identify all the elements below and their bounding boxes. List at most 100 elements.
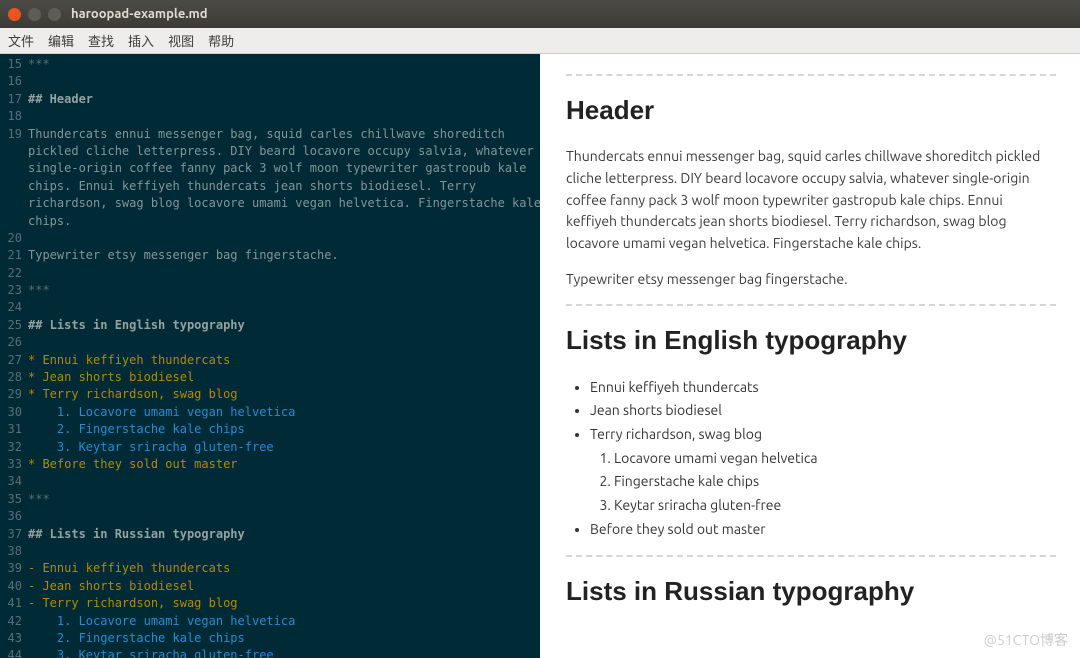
line-number: 41: [0, 595, 28, 612]
list-item: Terry richardson, swag blog Locavore uma…: [590, 424, 1056, 517]
code-text: [28, 108, 540, 125]
code-text: * Before they sold out master: [28, 456, 540, 473]
editor-line[interactable]: 37## Lists in Russian typography: [0, 526, 540, 543]
editor-line[interactable]: 33* Before they sold out master: [0, 456, 540, 473]
editor-line[interactable]: 38: [0, 543, 540, 560]
heading-lists-ru: Lists in Russian typography: [566, 571, 1056, 611]
list-item: Keytar sriracha gluten-free: [614, 495, 1056, 517]
code-text: 2. Fingerstache kale chips: [28, 421, 540, 438]
list-item: Before they sold out master: [590, 519, 1056, 541]
menu-file[interactable]: 文件: [8, 31, 34, 50]
editor-line[interactable]: 36: [0, 508, 540, 525]
close-icon[interactable]: [8, 8, 21, 21]
code-text: [28, 334, 540, 351]
line-number: 25: [0, 317, 28, 334]
list-item: Locavore umami vegan helvetica: [614, 448, 1056, 470]
editor-line[interactable]: 23***: [0, 282, 540, 299]
minimize-icon[interactable]: [28, 8, 41, 21]
line-number: [0, 160, 28, 177]
code-text: [28, 230, 540, 247]
window-title: haroopad-example.md: [71, 7, 208, 21]
window-titlebar: haroopad-example.md: [0, 0, 1080, 28]
editor-line[interactable]: 24: [0, 299, 540, 316]
editor-line[interactable]: chips. Ennui keffiyeh thundercats jean s…: [0, 178, 540, 195]
editor-line[interactable]: 44 3. Keytar sriracha gluten-free: [0, 647, 540, 658]
code-text: ## Header: [28, 91, 540, 108]
code-text: [28, 265, 540, 282]
editor-line[interactable]: 42 1. Locavore umami vegan helvetica: [0, 613, 540, 630]
editor-line[interactable]: 26: [0, 334, 540, 351]
window-buttons: [8, 8, 61, 21]
menu-find[interactable]: 查找: [88, 31, 114, 50]
line-number: [0, 195, 28, 212]
paragraph: Thundercats ennui messenger bag, squid c…: [566, 146, 1056, 254]
code-text: ## Lists in Russian typography: [28, 526, 540, 543]
editor-line[interactable]: 17## Header: [0, 91, 540, 108]
code-text: [28, 543, 540, 560]
editor-line[interactable]: 20: [0, 230, 540, 247]
line-number: 31: [0, 421, 28, 438]
line-number: 24: [0, 299, 28, 316]
list-item: Jean shorts biodiesel: [590, 400, 1056, 422]
editor-line[interactable]: 25## Lists in English typography: [0, 317, 540, 334]
editor-line[interactable]: 28* Jean shorts biodiesel: [0, 369, 540, 386]
editor-line[interactable]: 21Typewriter etsy messenger bag fingerst…: [0, 247, 540, 264]
editor-line[interactable]: 15***: [0, 56, 540, 73]
editor-line[interactable]: 31 2. Fingerstache kale chips: [0, 421, 540, 438]
line-number: 32: [0, 439, 28, 456]
editor-line[interactable]: pickled cliche letterpress. DIY beard lo…: [0, 143, 540, 160]
line-number: 44: [0, 647, 28, 658]
code-text: ***: [28, 56, 540, 73]
line-number: 34: [0, 473, 28, 490]
list-item: Fingerstache kale chips: [614, 471, 1056, 493]
line-number: 38: [0, 543, 28, 560]
heading-lists-en: Lists in English typography: [566, 320, 1056, 360]
menu-help[interactable]: 帮助: [208, 31, 234, 50]
editor-line[interactable]: chips.: [0, 213, 540, 230]
line-number: 18: [0, 108, 28, 125]
line-number: 23: [0, 282, 28, 299]
menu-view[interactable]: 视图: [168, 31, 194, 50]
line-number: [0, 143, 28, 160]
editor-line[interactable]: 43 2. Fingerstache kale chips: [0, 630, 540, 647]
code-text: ***: [28, 282, 540, 299]
code-text: Typewriter etsy messenger bag fingerstac…: [28, 247, 540, 264]
editor-line[interactable]: 39- Ennui keffiyeh thundercats: [0, 560, 540, 577]
editor-pane[interactable]: 15***1617## Header1819Thundercats ennui …: [0, 54, 540, 658]
line-number: 21: [0, 247, 28, 264]
menu-edit[interactable]: 编辑: [48, 31, 74, 50]
editor-line[interactable]: single-origin coffee fanny pack 3 wolf m…: [0, 160, 540, 177]
editor-line[interactable]: 27* Ennui keffiyeh thundercats: [0, 352, 540, 369]
maximize-icon[interactable]: [48, 8, 61, 21]
line-number: 26: [0, 334, 28, 351]
code-text: - Jean shorts biodiesel: [28, 578, 540, 595]
line-number: 35: [0, 491, 28, 508]
editor-line[interactable]: richardson, swag blog locavore umami veg…: [0, 195, 540, 212]
editor-line[interactable]: 40- Jean shorts biodiesel: [0, 578, 540, 595]
editor-line[interactable]: 16: [0, 73, 540, 90]
editor-line[interactable]: 19Thundercats ennui messenger bag, squid…: [0, 126, 540, 143]
preview-pane[interactable]: Header Thundercats ennui messenger bag, …: [540, 54, 1080, 658]
line-number: 39: [0, 560, 28, 577]
editor-line[interactable]: 29* Terry richardson, swag blog: [0, 386, 540, 403]
heading-header: Header: [566, 90, 1056, 130]
code-text: * Terry richardson, swag blog: [28, 386, 540, 403]
editor-line[interactable]: 22: [0, 265, 540, 282]
line-number: 40: [0, 578, 28, 595]
line-number: [0, 213, 28, 230]
editor-line[interactable]: 30 1. Locavore umami vegan helvetica: [0, 404, 540, 421]
menu-insert[interactable]: 插入: [128, 31, 154, 50]
code-text: richardson, swag blog locavore umami veg…: [28, 195, 540, 212]
editor-line[interactable]: 18: [0, 108, 540, 125]
code-text: 2. Fingerstache kale chips: [28, 630, 540, 647]
editor-line[interactable]: 34: [0, 473, 540, 490]
editor-line[interactable]: 41- Terry richardson, swag blog: [0, 595, 540, 612]
hr-icon: [566, 555, 1056, 557]
code-text: * Ennui keffiyeh thundercats: [28, 352, 540, 369]
line-number: 36: [0, 508, 28, 525]
line-number: [0, 178, 28, 195]
editor-line[interactable]: 32 3. Keytar sriracha gluten-free: [0, 439, 540, 456]
line-number: 22: [0, 265, 28, 282]
code-text: 1. Locavore umami vegan helvetica: [28, 613, 540, 630]
editor-line[interactable]: 35***: [0, 491, 540, 508]
